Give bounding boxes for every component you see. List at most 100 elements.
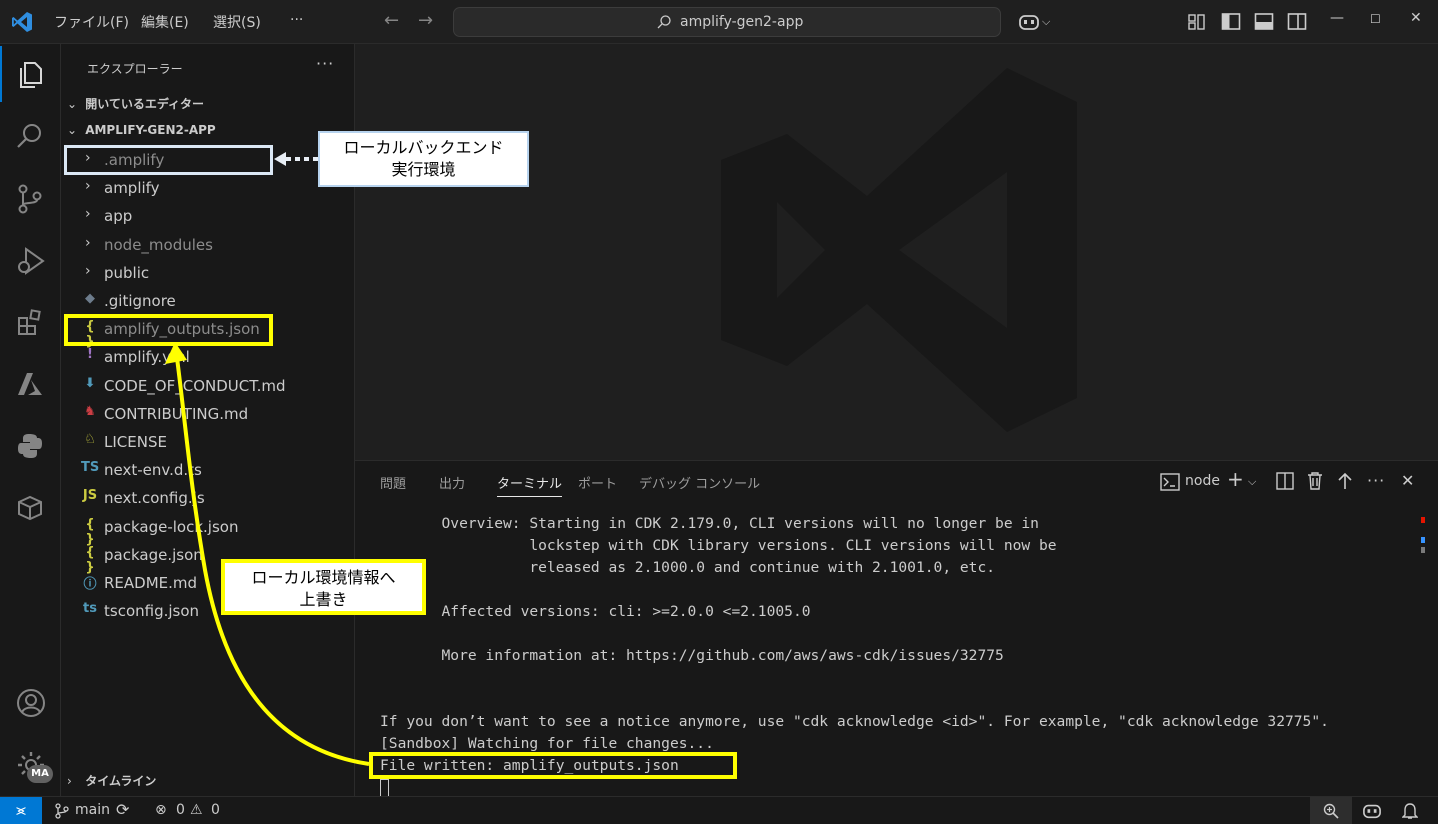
tree-folder[interactable]: › public [61, 259, 354, 287]
minimize-button[interactable]: — [1330, 10, 1344, 26]
terminal-output[interactable]: Overview: Starting in CDK 2.179.0, CLI v… [380, 513, 1329, 777]
activity-azure[interactable] [0, 356, 61, 412]
tree-file[interactable]: ◆ .gitignore [61, 287, 354, 315]
command-center-search[interactable]: amplify-gen2-app [453, 7, 1001, 37]
highlight-dot-amplify [64, 145, 273, 175]
file-type-icon: ♞ [84, 403, 96, 419]
tab-output[interactable]: 出力 [439, 473, 465, 492]
tree-item-label: public [104, 263, 150, 282]
open-editors-label: 開いているエディター [85, 97, 204, 111]
title-bar: ファイル(F) 編集(E) 選択(S) ··· ← → amplify-gen2… [0, 0, 1438, 44]
activity-explorer[interactable] [0, 46, 61, 102]
tree-folder[interactable]: › node_modules [61, 231, 354, 259]
tree-item-label: app [104, 207, 133, 226]
source-control-icon [18, 184, 42, 214]
callout-local-backend: ローカルバックエンド 実行環境 [318, 131, 529, 187]
zoom-button[interactable] [1310, 797, 1352, 824]
terminal-line: Overview: Starting in CDK 2.179.0, CLI v… [380, 515, 1039, 532]
menu-edit[interactable]: 編集(E) [141, 12, 189, 32]
tab-debug-console[interactable]: デバッグ コンソール [639, 473, 760, 492]
editor-area [355, 44, 1438, 460]
tree-item-label: node_modules [104, 235, 213, 254]
chevron-right-icon: › [85, 178, 91, 195]
tab-ports[interactable]: ポート [578, 473, 617, 492]
tree-folder[interactable]: › app [61, 202, 354, 230]
chevron-down-icon: ⌄ [67, 97, 78, 111]
toggle-panel-icon[interactable] [1254, 12, 1274, 32]
trash-icon[interactable] [1306, 471, 1324, 491]
error-icon[interactable]: ⊗ [155, 802, 167, 818]
activity-source-control[interactable] [0, 170, 61, 226]
chevron-right-icon: › [85, 234, 91, 251]
terminal-line: More information at: https://github.com/… [380, 647, 1004, 664]
warning-icon[interactable]: ⚠ [190, 802, 203, 818]
activity-run-debug[interactable] [0, 232, 61, 288]
panel-more-icon[interactable]: ··· [1367, 471, 1385, 490]
forward-arrow-icon[interactable]: → [418, 10, 433, 31]
scroll-marker [1421, 517, 1425, 523]
copilot-icon[interactable] [1018, 12, 1040, 32]
highlight-file-written [369, 752, 737, 779]
project-section[interactable]: ⌄ AMPLIFY-GEN2-APP [67, 123, 216, 137]
project-label: AMPLIFY-GEN2-APP [85, 123, 216, 137]
terminal-line: lockstep with CDK library versions. CLI … [380, 537, 1057, 554]
warning-count[interactable]: 0 [211, 802, 220, 818]
branch-name[interactable]: main [75, 802, 110, 818]
maximize-button[interactable]: ☐ [1370, 12, 1381, 26]
file-type-icon: ts [83, 601, 97, 617]
account-badge: MA [27, 765, 53, 783]
menu-more[interactable]: ··· [290, 12, 303, 28]
terminal-name[interactable]: node [1185, 473, 1220, 489]
maximize-panel-icon[interactable] [1337, 471, 1353, 491]
branch-icon [55, 803, 69, 819]
chevron-down-icon[interactable]: ⌵ [1248, 475, 1256, 489]
activity-remote-containers[interactable] [0, 480, 61, 536]
timeline-label: タイムライン [85, 774, 157, 788]
timeline-section[interactable]: › タイムライン [67, 772, 156, 789]
terminal-line: released as 2.1000.0 and continue with 2… [380, 559, 996, 576]
copilot-dropdown-icon[interactable]: ⌵ [1042, 15, 1050, 29]
new-terminal-icon[interactable]: + [1227, 467, 1244, 491]
bottom-panel: 問題 出力 ターミナル ポート デバッグ コンソール node + ⌵ ··· … [355, 460, 1438, 797]
scroll-marker [1421, 547, 1425, 553]
error-count[interactable]: 0 [176, 802, 185, 818]
sync-icon[interactable]: ⟳ [116, 800, 129, 819]
dotted-arrow-icon [274, 152, 320, 166]
zoom-icon [1323, 803, 1339, 819]
back-arrow-icon[interactable]: ← [384, 10, 399, 31]
activity-manage[interactable] [0, 736, 61, 792]
close-panel-icon[interactable]: ✕ [1401, 471, 1414, 490]
search-icon [657, 15, 671, 29]
explorer-title: エクスプローラー [87, 62, 183, 76]
close-button[interactable]: ✕ [1410, 10, 1422, 26]
split-terminal-icon[interactable] [1276, 472, 1294, 490]
bell-icon[interactable] [1402, 802, 1418, 820]
remote-indicator-icon[interactable]: ⪤ [0, 797, 42, 824]
file-type-icon: JS [82, 488, 98, 504]
activity-python[interactable] [0, 418, 61, 474]
menu-file[interactable]: ファイル(F) [54, 12, 129, 32]
tab-terminal[interactable]: ターミナル [497, 473, 563, 497]
python-icon [18, 434, 42, 458]
customize-layout-icon[interactable] [1188, 13, 1206, 31]
terminal-line: If you don’t want to see a notice anymor… [380, 713, 1329, 730]
activity-search[interactable] [0, 108, 61, 164]
explorer-more-button[interactable]: ··· [316, 54, 334, 73]
chevron-right-icon: › [85, 206, 91, 223]
toggle-secondary-sidebar-icon[interactable] [1287, 12, 1307, 32]
toggle-sidebar-icon[interactable] [1221, 12, 1241, 32]
terminal-line: Affected versions: cli: >=2.0.0 <=2.1005… [380, 603, 811, 620]
menu-selection[interactable]: 選択(S) [213, 12, 261, 32]
open-editors-section[interactable]: ⌄ 開いているエディター [67, 95, 204, 112]
tab-problems[interactable]: 問題 [380, 473, 406, 492]
activity-extensions[interactable] [0, 294, 61, 350]
search-icon [17, 124, 41, 148]
tree-item-label: .gitignore [104, 292, 176, 310]
activity-accounts[interactable] [0, 674, 61, 730]
copilot-status-icon[interactable] [1362, 802, 1382, 820]
tree-folder[interactable]: › amplify [61, 174, 354, 202]
